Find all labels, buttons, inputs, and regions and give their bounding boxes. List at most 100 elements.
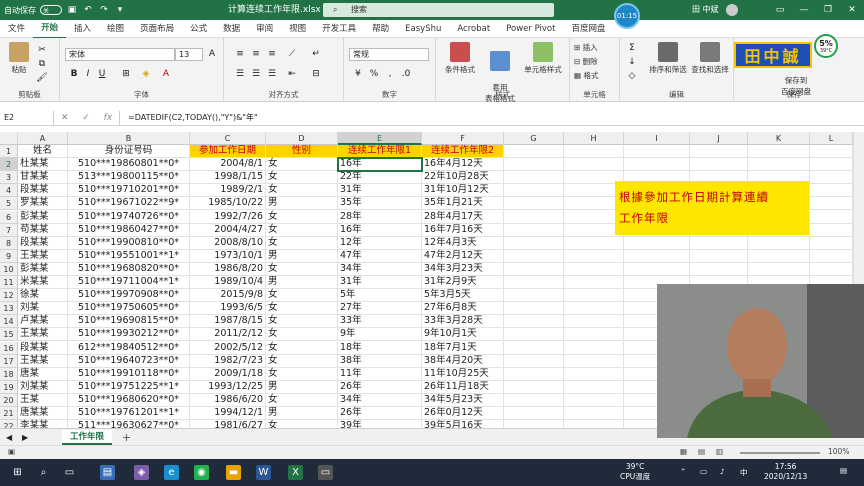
empty-cell[interactable] (504, 341, 564, 355)
empty-cell[interactable] (504, 158, 564, 172)
format-painter-icon[interactable]: 🖌 (36, 72, 48, 84)
cell-f[interactable]: 39年5月16天 (422, 420, 504, 428)
cell-f[interactable]: 38年4月20天 (422, 354, 504, 368)
find-select-button[interactable]: 查找和选择 (690, 42, 730, 75)
column-header-H[interactable]: H (564, 132, 624, 145)
cell-d[interactable]: 女 (266, 184, 338, 198)
decrease-indent-icon[interactable]: ⇤ (286, 68, 298, 80)
cell-b[interactable]: 510***19750605**0* (68, 302, 190, 316)
align-right-icon[interactable]: ☰ (266, 68, 278, 80)
cell-c[interactable]: 2009/1/18 (190, 367, 266, 381)
cell-c[interactable]: 1998/1/15 (190, 171, 266, 185)
undo-icon[interactable]: ↶ (82, 4, 94, 16)
cancel-icon[interactable]: ✕ (61, 113, 69, 123)
cell-d[interactable]: 女 (266, 341, 338, 355)
cell-e[interactable]: 16年 (338, 223, 422, 237)
font-color-icon[interactable]: A (160, 68, 172, 80)
cell-a[interactable]: 彭某某 (18, 210, 68, 224)
tab-14[interactable]: 百度网盘 (563, 20, 613, 38)
cell-a[interactable]: 杜某某 (18, 158, 68, 172)
tab-9[interactable]: 开发工具 (314, 20, 364, 38)
tab-6[interactable]: 数据 (215, 20, 248, 38)
cell-e[interactable]: 11年 (338, 367, 422, 381)
cell-b[interactable]: 510***19930212**0* (68, 328, 190, 342)
search-box[interactable]: ⌕ 搜索 (323, 3, 554, 17)
tab-10[interactable]: 帮助 (364, 20, 397, 38)
cell-d[interactable]: 女 (266, 315, 338, 329)
cell-d[interactable]: 女 (266, 328, 338, 342)
cell-a[interactable]: 甘某某 (18, 171, 68, 185)
cell-a[interactable]: 王某 (18, 393, 68, 407)
cell-c[interactable]: 1986/6/20 (190, 393, 266, 407)
cell-d[interactable]: 女 (266, 171, 338, 185)
column-header-K[interactable]: K (748, 132, 810, 145)
cell-f[interactable]: 34年5月23天 (422, 393, 504, 407)
minimize-button[interactable]: — (792, 0, 816, 20)
italic-icon[interactable]: I (82, 68, 94, 80)
row-header[interactable]: 8 (0, 236, 18, 250)
cell-f[interactable]: 18年7月1天 (422, 341, 504, 355)
row-header[interactable]: 16 (0, 341, 18, 355)
empty-cell[interactable] (810, 249, 853, 263)
cell-d[interactable]: 男 (266, 249, 338, 263)
row-header[interactable]: 22 (0, 420, 18, 428)
tab-8[interactable]: 视图 (281, 20, 314, 38)
header-cell-d[interactable]: 性别 (266, 145, 338, 158)
cell-c[interactable]: 2004/4/27 (190, 223, 266, 237)
empty-cell[interactable] (504, 315, 564, 329)
cell-e[interactable]: 38年 (338, 354, 422, 368)
cell-f[interactable]: 11年10月25天 (422, 367, 504, 381)
empty-cell[interactable] (810, 184, 853, 198)
tab-7[interactable]: 审阅 (248, 20, 281, 38)
tray-expand-icon[interactable]: ⌃ (680, 467, 686, 476)
insert-function-icon[interactable]: fx (104, 113, 113, 123)
cell-a[interactable]: 李某某 (18, 420, 68, 428)
cell-a[interactable]: 王某某 (18, 328, 68, 342)
row-header[interactable]: 1 (0, 145, 18, 158)
empty-cell[interactable] (564, 276, 624, 289)
empty-cell[interactable] (504, 367, 564, 381)
align-middle-icon[interactable]: ≡ (250, 48, 262, 60)
sheet-nav-prev-icon[interactable]: ◀ (6, 433, 12, 442)
tab-3[interactable]: 绘图 (99, 20, 132, 38)
empty-cell[interactable] (690, 158, 748, 172)
cell-e[interactable]: 27年 (338, 302, 422, 316)
cell-d[interactable]: 女 (266, 367, 338, 381)
excel-icon[interactable]: X (288, 465, 303, 480)
row-header[interactable]: 20 (0, 393, 18, 407)
fill-icon[interactable]: ↓ (626, 56, 638, 68)
empty-cell[interactable] (748, 262, 810, 276)
cell-d[interactable]: 女 (266, 262, 338, 276)
font-size-select[interactable]: 13 (175, 48, 203, 61)
cell-f[interactable]: 31年2月9天 (422, 276, 504, 289)
cell-b[interactable]: 510***19761201**1* (68, 407, 190, 420)
cell-c[interactable]: 2004/8/1 (190, 158, 266, 172)
cell-b[interactable]: 510***19690815**0* (68, 315, 190, 329)
folder-icon[interactable]: ▬ (226, 465, 241, 480)
column-header-D[interactable]: D (266, 132, 338, 145)
empty-cell[interactable] (810, 236, 853, 250)
empty-cell[interactable] (564, 420, 624, 428)
column-header-C[interactable]: C (190, 132, 266, 145)
cell-b[interactable]: 510***19551001**1* (68, 249, 190, 263)
cell-f[interactable]: 47年2月12天 (422, 249, 504, 263)
cell-e[interactable]: 33年 (338, 315, 422, 329)
borders-icon[interactable]: ⊞ (120, 68, 132, 80)
row-header[interactable]: 12 (0, 289, 18, 303)
cell-c[interactable]: 1992/7/26 (190, 210, 266, 224)
select-all-corner[interactable] (0, 132, 18, 145)
cell-e[interactable]: 26年 (338, 407, 422, 420)
cell-d[interactable]: 女 (266, 236, 338, 250)
empty-cell[interactable] (564, 367, 624, 381)
row-header[interactable]: 17 (0, 354, 18, 368)
cell-e[interactable]: 26年 (338, 380, 422, 394)
taskbar-search-icon[interactable]: ⌕ (36, 465, 51, 480)
column-header-A[interactable]: A (18, 132, 68, 145)
empty-cell[interactable] (810, 158, 853, 172)
close-button[interactable]: ✕ (840, 0, 864, 20)
empty-cell[interactable] (810, 171, 853, 185)
column-header-G[interactable]: G (504, 132, 564, 145)
empty-cell[interactable] (748, 145, 810, 158)
user-name[interactable]: 田 中斌 (692, 0, 719, 20)
zoom-level[interactable]: 100% (828, 447, 849, 456)
